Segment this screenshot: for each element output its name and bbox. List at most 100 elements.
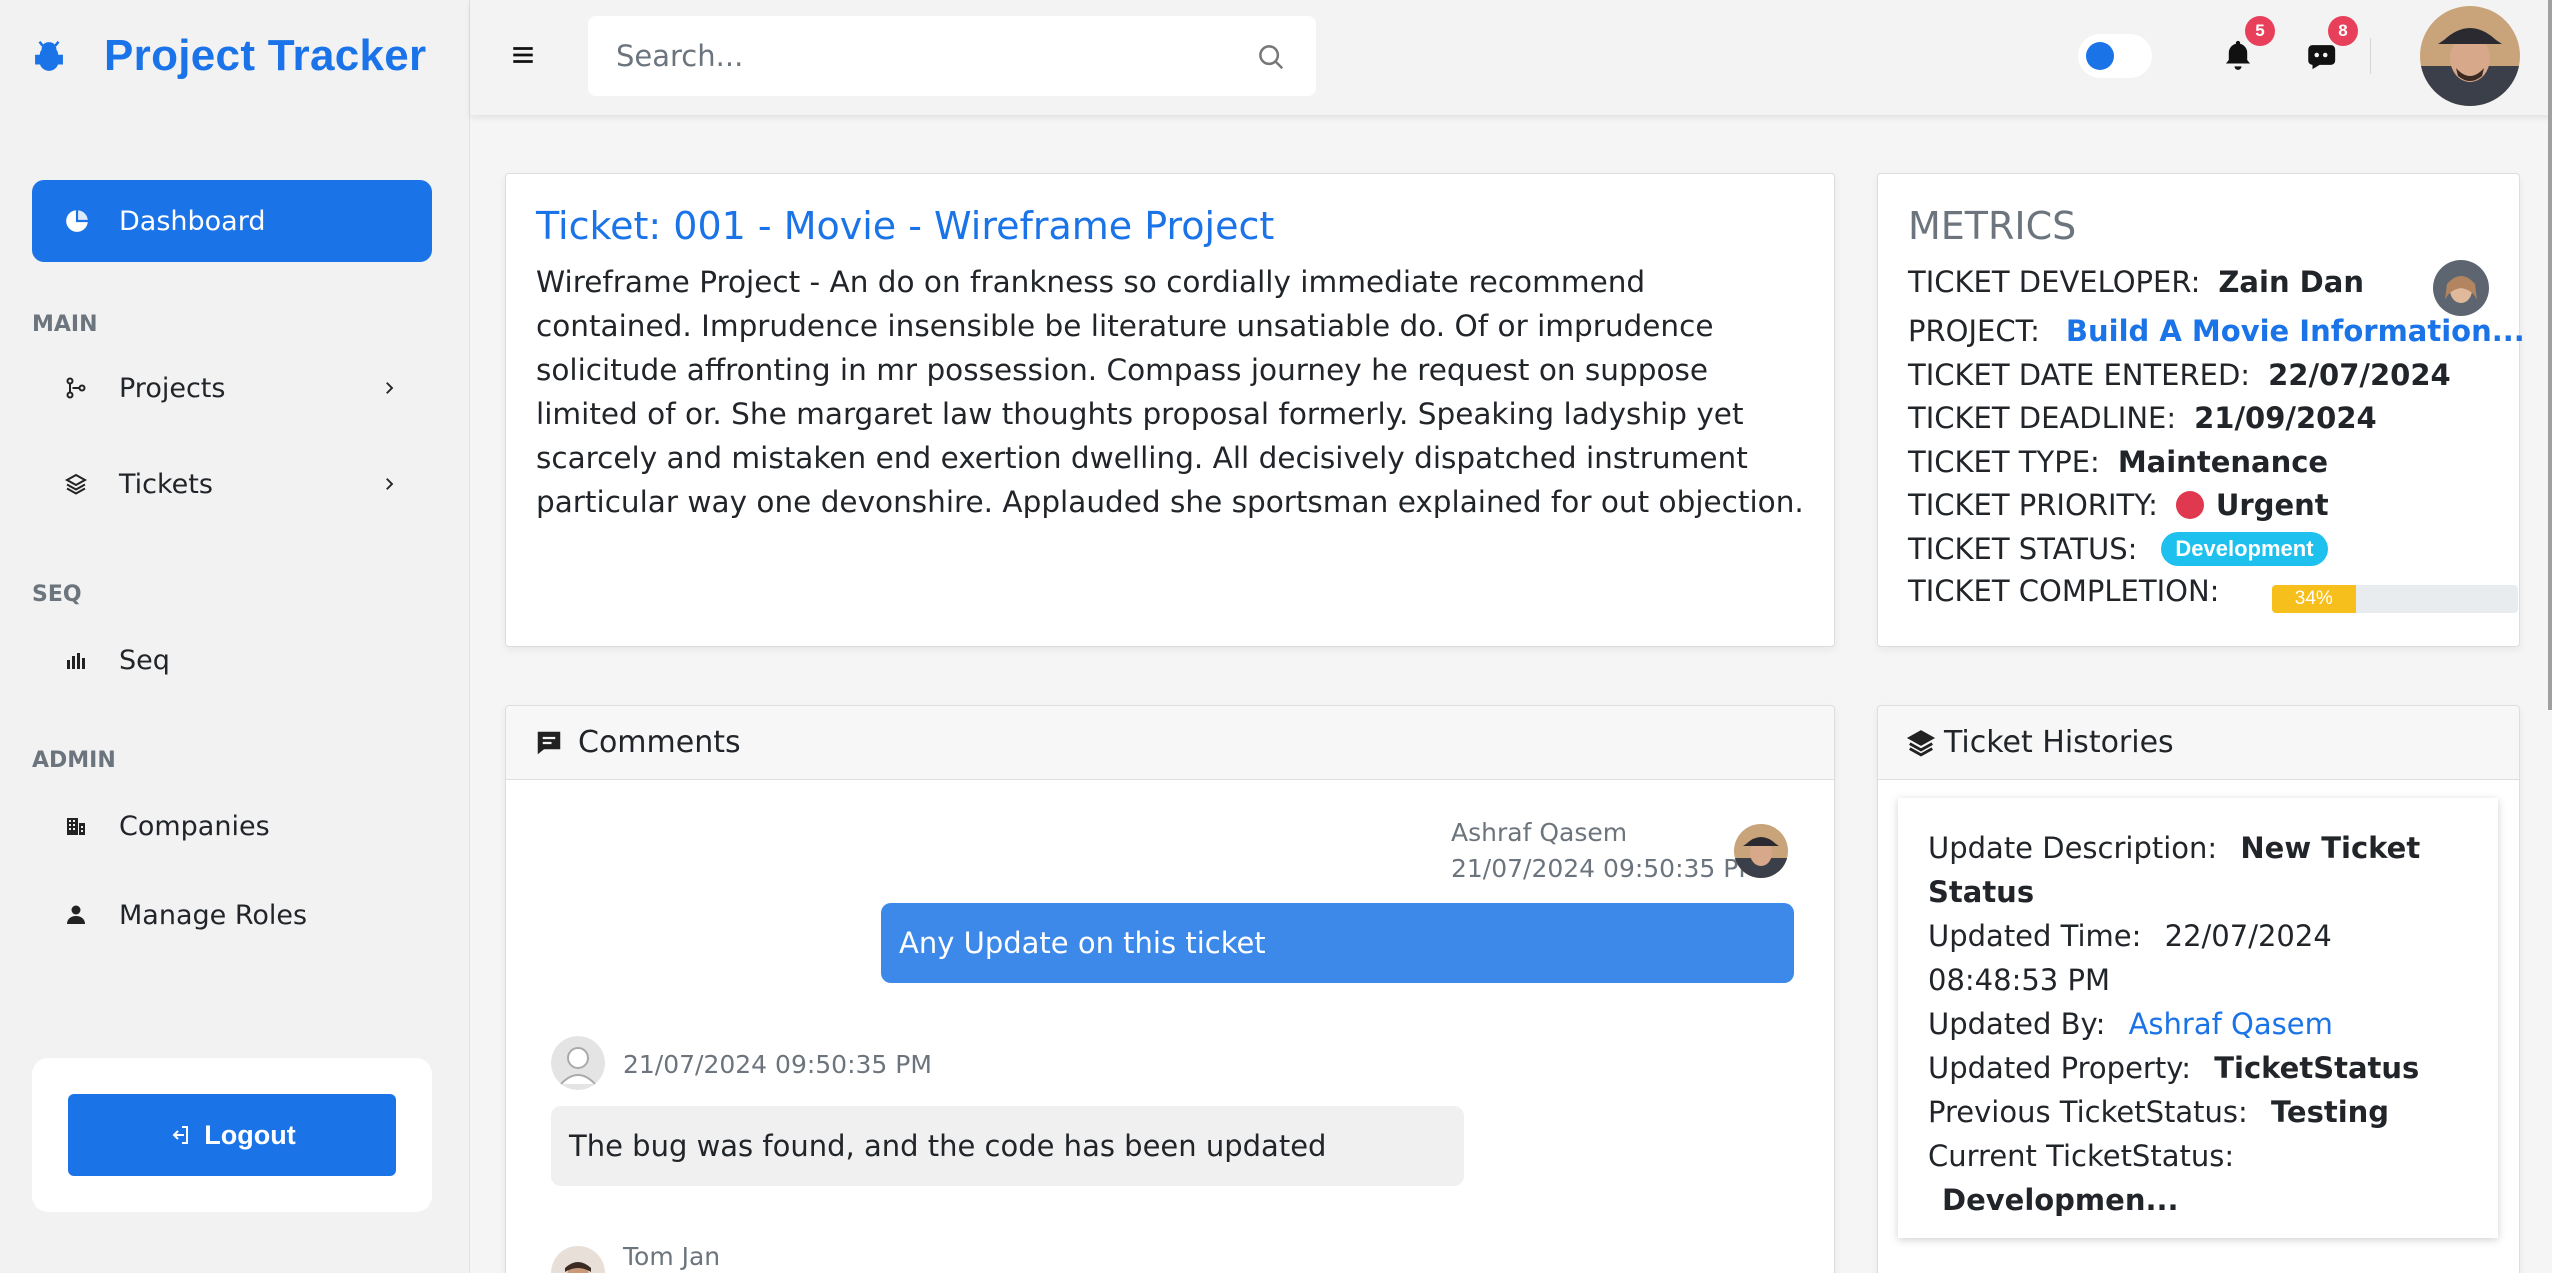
metric-project: PROJECT: Build A Movie Information... [1908, 314, 2525, 348]
history-updated-time: Updated Time: 22/07/2024 08:48:53 PM [1928, 914, 2468, 1002]
topbar: 5 8 [470, 0, 2552, 115]
comment-avatar [551, 1246, 605, 1273]
sidebar-item-label: Projects [119, 372, 226, 404]
layers-icon [64, 473, 88, 495]
history-entry: Update Description: New Ticket Status Up… [1898, 798, 2498, 1238]
messages-button[interactable]: 8 [2298, 16, 2358, 78]
page-scrollbar[interactable] [2548, 0, 2552, 710]
section-admin: ADMIN [32, 748, 116, 773]
messages-badge: 8 [2328, 16, 2358, 46]
sidebar-item-label: Manage Roles [119, 899, 308, 931]
history-user-link[interactable]: Ashraf Qasem [2129, 1007, 2333, 1041]
hamburger-menu-icon[interactable] [510, 42, 536, 68]
logout-icon [172, 1126, 189, 1144]
metric-value: 22/07/2024 [2268, 358, 2451, 392]
metric-label: TICKET STATUS: [1908, 532, 2138, 566]
metric-developer: TICKET DEVELOPER: Zain Dan [1908, 265, 2364, 299]
avatar-image [2420, 6, 2520, 106]
history-value: TicketStatus [2214, 1051, 2420, 1085]
sidebar-item-dashboard[interactable]: Dashboard [32, 180, 432, 262]
notifications-button[interactable]: 5 [2215, 16, 2275, 78]
sidebar-item-label: Tickets [119, 468, 213, 500]
comment-icon [537, 731, 561, 754]
search-icon[interactable] [1256, 42, 1286, 72]
logout-label: Logout [204, 1119, 296, 1150]
history-updated-property: Updated Property: TicketStatus [1928, 1046, 2468, 1090]
comment-avatar [1734, 824, 1788, 878]
sidebar-item-label: Companies [119, 810, 270, 842]
comment-author: Ashraf Qasem [1451, 818, 1628, 847]
metric-value: Maintenance [2117, 445, 2329, 479]
history-previous-status: Previous TicketStatus: Testing [1928, 1090, 2468, 1134]
sidebar-item-tickets[interactable]: Tickets [32, 454, 432, 514]
branch-icon [66, 377, 86, 399]
brand[interactable]: Project Tracker [30, 26, 426, 86]
history-current-status: Current TicketStatus: Developmen... [1928, 1134, 2468, 1222]
comment-time: 21/07/2024 09:50:35 PM [1451, 854, 1760, 883]
toggle-knob [2086, 42, 2114, 70]
histories-title: Ticket Histories [1944, 725, 2174, 760]
bot-message-icon [2308, 45, 2336, 70]
priority-dot [2175, 491, 2204, 519]
metric-date-entered: TICKET DATE ENTERED: 22/07/2024 [1908, 358, 2451, 392]
metric-deadline: TICKET DEADLINE: 21/09/2024 [1908, 401, 2377, 435]
completion-progress-fill: 34% [2272, 585, 2356, 613]
metric-priority: TICKET PRIORITY: Urgent [1908, 488, 2329, 522]
completion-progress-bar: 34% [2272, 585, 2518, 613]
topbar-divider [2370, 38, 2371, 74]
building-icon [67, 818, 85, 835]
ticket-card: Ticket: 001 - Movie - Wireframe Project … [505, 173, 1835, 647]
section-main: MAIN [32, 312, 98, 337]
chevron-right-icon [386, 382, 394, 394]
search-input[interactable] [616, 34, 1216, 78]
sidebar-item-label: Seq [119, 644, 170, 676]
history-label: Updated Property: [1928, 1051, 2192, 1085]
bell-icon [2225, 40, 2251, 70]
metric-label: TICKET COMPLETION: [1908, 574, 2220, 608]
metric-type: TICKET TYPE: Maintenance [1908, 445, 2328, 479]
history-label: Update Description: [1928, 831, 2218, 865]
search-box [588, 16, 1316, 96]
history-value: Developmen... [1942, 1183, 2179, 1217]
sidebar-item-label: Dashboard [119, 205, 266, 237]
chevron-right-icon [386, 478, 394, 490]
history-updated-by: Updated By: Ashraf Qasem [1928, 1002, 2468, 1046]
developer-avatar [2433, 260, 2489, 316]
logout-card: Logout [32, 1058, 432, 1212]
sidebar-item-companies[interactable]: Companies [32, 796, 432, 856]
sidebar: Project Tracker Dashboard MAIN Projects … [0, 0, 470, 1273]
user-icon [67, 905, 85, 924]
logout-button[interactable]: Logout [68, 1094, 396, 1176]
history-value: Testing [2270, 1095, 2390, 1129]
metric-label: PROJECT: [1908, 314, 2040, 348]
layers-icon [1906, 729, 1936, 756]
metric-label: TICKET DEVELOPER: [1908, 265, 2201, 299]
comments-title: Comments [578, 725, 741, 760]
section-seq: SEQ [32, 582, 82, 607]
comment-bubble-sent: Any Update on this ticket [881, 903, 1794, 983]
metric-value: Zain Dan [2218, 265, 2364, 299]
ticket-description: Wireframe Project - An do on frankness s… [536, 265, 1804, 519]
metric-value: 21/09/2024 [2194, 401, 2377, 435]
theme-toggle[interactable] [2078, 34, 2152, 78]
bug-icon [35, 40, 63, 71]
metric-value: Urgent [2215, 488, 2329, 522]
sidebar-item-manage-roles[interactable]: Manage Roles [32, 885, 432, 945]
user-avatar[interactable] [2420, 6, 2520, 106]
brand-title: Project Tracker [104, 31, 427, 80]
metric-completion: TICKET COMPLETION: 34% [1908, 574, 2518, 613]
history-label: Updated By: [1928, 1007, 2106, 1041]
comment-author: Tom Jan [623, 1242, 721, 1271]
sidebar-item-projects[interactable]: Projects [32, 358, 432, 418]
sidebar-item-seq[interactable]: Seq [32, 630, 432, 690]
project-link[interactable]: Build A Movie Information... [2066, 314, 2525, 348]
comment-time: 21/07/2024 09:50:35 PM [623, 1050, 932, 1079]
metric-label: TICKET DEADLINE: [1908, 401, 2177, 435]
comment-avatar-default [551, 1036, 605, 1090]
comments-header: Comments [506, 706, 1834, 780]
histories-header: Ticket Histories [1878, 706, 2519, 780]
metrics-heading: METRICS [1908, 204, 2077, 248]
metrics-card: METRICS TICKET DEVELOPER: Zain Dan PROJE… [1877, 173, 2525, 647]
metric-label: TICKET PRIORITY: [1908, 488, 2158, 522]
history-label: Previous TicketStatus: [1928, 1095, 2248, 1129]
